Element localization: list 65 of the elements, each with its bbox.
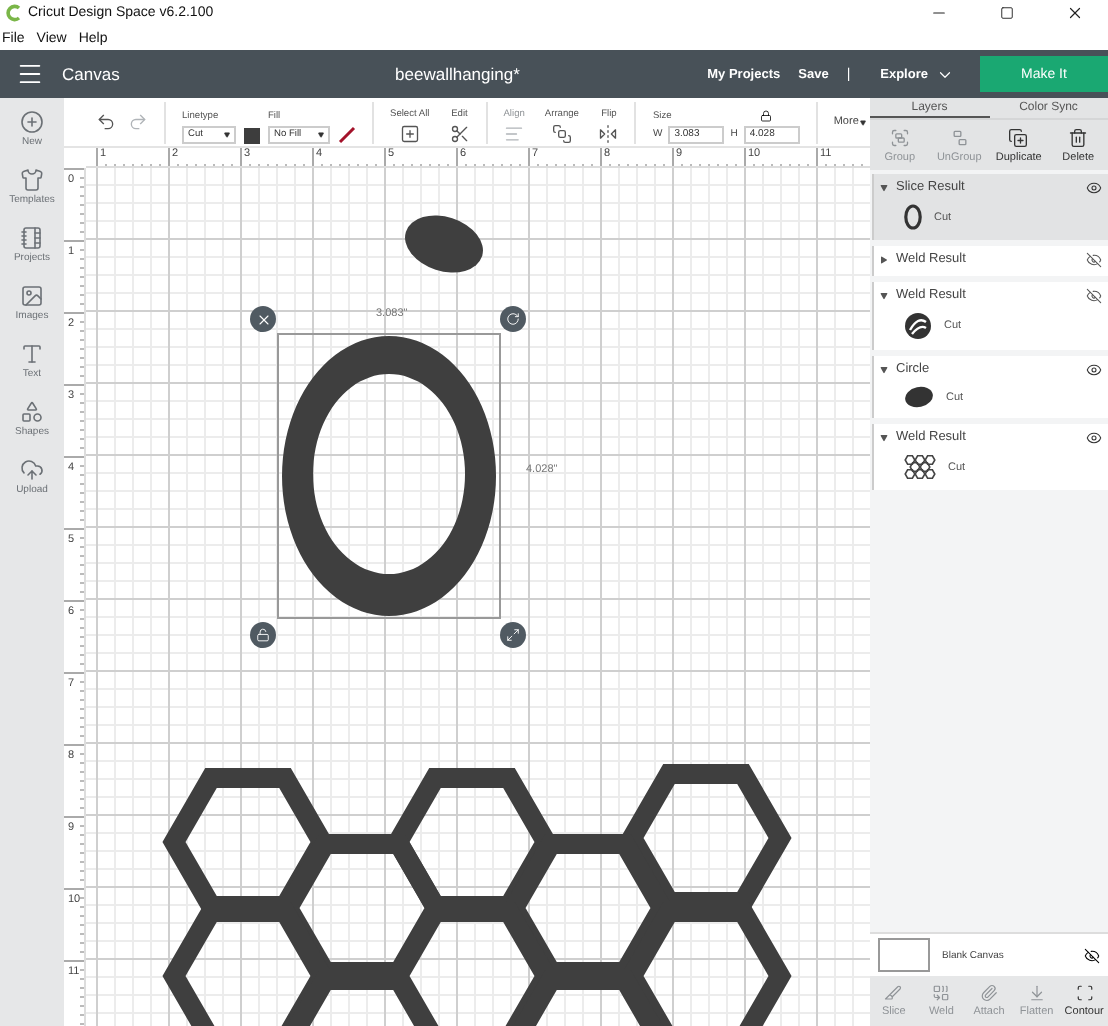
slice-icon bbox=[884, 984, 903, 1002]
notebook-icon bbox=[20, 226, 44, 250]
undo-button[interactable] bbox=[96, 112, 116, 132]
image-icon bbox=[20, 284, 44, 308]
arrange-button[interactable] bbox=[551, 123, 572, 143]
group-icon bbox=[889, 127, 910, 147]
rotate-handle[interactable] bbox=[500, 306, 526, 332]
caret-icon[interactable] bbox=[880, 433, 888, 441]
delete-handle[interactable] bbox=[250, 306, 276, 332]
eye-icon[interactable] bbox=[1086, 429, 1102, 445]
unlock-icon bbox=[256, 628, 270, 642]
honeycomb-drawing[interactable] bbox=[162, 764, 792, 1026]
plus-square-icon bbox=[399, 123, 420, 143]
eye-icon[interactable] bbox=[1086, 361, 1102, 377]
eye-icon[interactable] bbox=[1086, 179, 1102, 195]
redo-icon bbox=[128, 112, 148, 132]
close-icon bbox=[1065, 4, 1083, 22]
color-swatch[interactable] bbox=[244, 127, 260, 143]
paperclip-icon bbox=[979, 984, 998, 1002]
caret-icon[interactable] bbox=[880, 183, 888, 191]
letter-t-icon bbox=[20, 342, 44, 366]
shapes-icon bbox=[20, 400, 44, 424]
scissors-icon bbox=[449, 123, 470, 143]
caret-icon[interactable] bbox=[880, 365, 888, 373]
eye-off-icon[interactable] bbox=[1086, 287, 1102, 303]
project-title: beewallhanging* bbox=[395, 64, 520, 84]
eye-off-icon[interactable] bbox=[1086, 251, 1102, 267]
weld-icon bbox=[932, 984, 951, 1002]
caret-icon[interactable] bbox=[880, 291, 888, 299]
caret-icon bbox=[318, 131, 324, 137]
maximize-icon bbox=[999, 6, 1013, 20]
scissors-button[interactable] bbox=[449, 123, 470, 143]
eye-off-icon[interactable] bbox=[1084, 947, 1100, 963]
ellipse-shape[interactable] bbox=[405, 215, 483, 273]
close-icon bbox=[255, 311, 271, 327]
flip-icon bbox=[598, 123, 619, 143]
swirl-disc-thumbnail-icon bbox=[904, 312, 932, 340]
ellipse-thumbnail-icon bbox=[904, 386, 934, 408]
ring-thumbnail-icon bbox=[904, 204, 922, 230]
resize-icon bbox=[506, 628, 520, 642]
contour-icon bbox=[1075, 984, 1094, 1002]
caret-icon bbox=[860, 119, 867, 125]
menu-icon[interactable] bbox=[16, 60, 44, 88]
app-logo-icon bbox=[6, 4, 22, 22]
scale-handle[interactable] bbox=[500, 622, 526, 648]
caret-icon bbox=[224, 131, 230, 137]
plus-circle-icon bbox=[20, 110, 44, 134]
lock-handle[interactable] bbox=[250, 622, 276, 648]
section-title: Canvas bbox=[62, 64, 120, 84]
plus-square-button[interactable] bbox=[399, 123, 420, 143]
cloud-upload-icon bbox=[20, 458, 44, 482]
rotate-icon bbox=[506, 312, 520, 326]
undo-icon bbox=[96, 112, 116, 132]
lock-icon bbox=[759, 109, 772, 121]
honeycomb-thumbnail-icon bbox=[904, 454, 936, 480]
flip-button[interactable] bbox=[598, 123, 619, 143]
shirt-icon bbox=[20, 168, 44, 192]
duplicate-icon bbox=[1008, 127, 1029, 147]
caret-icon[interactable] bbox=[880, 255, 888, 263]
trash-icon bbox=[1068, 127, 1089, 147]
align-icon bbox=[504, 123, 525, 143]
ungroup-icon bbox=[949, 127, 970, 147]
flatten-icon bbox=[1027, 984, 1046, 1002]
arrange-icon bbox=[551, 123, 572, 143]
no-fill-icon[interactable] bbox=[338, 125, 356, 143]
